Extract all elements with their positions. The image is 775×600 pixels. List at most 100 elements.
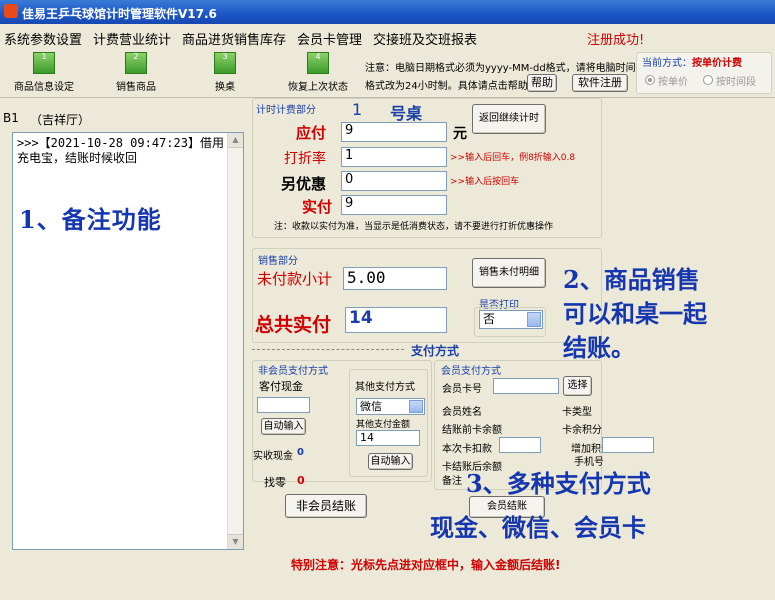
card-no-label: 会员卡号 xyxy=(442,384,482,395)
register-button[interactable]: 软件注册 xyxy=(572,74,628,92)
window-title: 佳易王乒乓球馆计时管理软件V17.6 xyxy=(22,7,217,21)
remark-scrollbar[interactable]: ▲ ▼ xyxy=(227,133,243,549)
timing-section-title: 计时计费部分 xyxy=(256,105,316,116)
sales-group: 销售部分 未付款小计 5.00 销售未付明细 总共实付 14 是否打印 否 xyxy=(252,248,602,343)
radio-unit-price-label: 按单价 xyxy=(658,77,688,88)
menu-inventory[interactable]: 商品进货销售库存 xyxy=(182,29,286,48)
member-title: 会员支付方式 xyxy=(441,366,501,377)
notice-line1: 注意：电脑日期格式必须为yyyy-MM-dd格式，请将电脑时间 xyxy=(365,63,636,74)
card-no-field[interactable] xyxy=(493,378,559,394)
sales-detail-button[interactable]: 销售未付明细 xyxy=(472,258,546,288)
actual-pay-label: 实付 xyxy=(302,198,333,216)
radio-time-period[interactable] xyxy=(703,75,713,85)
auto-input-button-2[interactable]: 自动输入 xyxy=(368,453,413,470)
toolbar-label: 商品信息设定 xyxy=(14,82,74,93)
balance-before-label: 结账前卡余额 xyxy=(442,425,502,436)
table-name: （吉祥厅） xyxy=(30,113,91,127)
total-pay-field[interactable]: 14 xyxy=(345,307,447,333)
annotation-sales-2: 可以和桌一起 xyxy=(563,299,707,328)
extra-discount-field[interactable]: 0 xyxy=(341,171,447,191)
notice-line2: 格式改为24小时制。具体请点击帮助 xyxy=(365,81,528,92)
discount-field[interactable]: 1 xyxy=(341,147,447,167)
menu-system-settings[interactable]: 系统参数设置 xyxy=(4,29,82,48)
toolbar-restore-state[interactable]: 恢复上次状态 xyxy=(283,52,353,93)
annotation-remark: 1、备注功能 xyxy=(19,205,162,234)
yuan-label: 元 xyxy=(453,126,467,142)
print-select[interactable]: 否 xyxy=(479,310,543,329)
billing-mode-value: 按单价计费 xyxy=(692,58,742,69)
remark-textarea[interactable]: >>>【2021-10-28 09:47:23】借用充电宝，结账时候收回 ▲ ▼ xyxy=(12,132,244,550)
return-timing-button[interactable]: 返回继续计时 xyxy=(472,104,546,134)
toolbar-product-settings[interactable]: 商品信息设定 xyxy=(8,52,80,93)
table-number-suffix: 号桌 xyxy=(390,104,423,123)
payment-divider xyxy=(252,349,404,350)
other-amount-label: 其他支付金额 xyxy=(356,420,411,430)
toolbar-label: 销售商品 xyxy=(116,82,156,93)
deduct-field[interactable] xyxy=(499,437,541,453)
discount-hint: >>输入后回车，例8折输入0.8 xyxy=(450,153,576,163)
timing-group: 计时计费部分 1 号桌 应付 9 元 返回继续计时 打折率 1 >>输入后回车，… xyxy=(252,98,602,238)
card-type-label: 卡类型 xyxy=(562,407,592,418)
table-code: B1 xyxy=(3,111,19,125)
chevron-down-icon xyxy=(527,312,541,327)
add-points-field[interactable] xyxy=(602,437,654,453)
annotation-sales-1: 2、商品销售 xyxy=(563,265,700,294)
help-button[interactable]: 帮助 xyxy=(527,74,557,92)
other-payment-group: 其他支付方式 微信 其他支付金额 14 自动输入 xyxy=(349,369,428,477)
non-member-group: 非会员支付方式 客付现金 自动输入 实收现金 0 其他支付方式 微信 其他支付金… xyxy=(252,360,432,482)
table-number: 1 xyxy=(352,100,363,119)
radio-unit-price[interactable] xyxy=(645,75,655,85)
menu-revenue-stats[interactable]: 计费营业统计 xyxy=(93,29,171,48)
non-member-checkout-button[interactable]: 非会员结账 xyxy=(285,494,367,518)
print-select-value: 否 xyxy=(483,312,496,326)
toolbar-label: 换桌 xyxy=(215,82,235,93)
extra-discount-label: 另优惠 xyxy=(281,175,327,193)
title-bar: 佳易王乒乓球馆计时管理软件V17.6 xyxy=(0,0,775,24)
payable-field[interactable]: 9 xyxy=(341,122,447,142)
annotation-payment-1: 3、多种支付方式 xyxy=(466,469,651,498)
received-cash-label: 实收现金 xyxy=(253,451,293,462)
change-table-icon xyxy=(214,52,236,74)
card-points-label: 卡余积分 xyxy=(562,425,602,436)
total-pay-label: 总共实付 xyxy=(255,314,332,336)
other-payment-label: 其他支付方式 xyxy=(355,382,415,393)
unpaid-subtotal-label: 未付款小计 xyxy=(257,270,333,288)
received-cash-value: 0 xyxy=(297,447,304,458)
menu-bar: 系统参数设置 计费营业统计 商品进货销售库存 会员卡管理 交接班及交班报表 注册… xyxy=(0,24,775,50)
status-message: 注册成功! xyxy=(587,33,645,48)
payable-label: 应付 xyxy=(296,124,327,142)
other-payment-select[interactable]: 微信 xyxy=(356,398,425,415)
member-name-label: 会员姓名 xyxy=(442,407,482,418)
billing-mode-group: 当前方式： 按单价计费 按单价 按时间段 xyxy=(636,52,772,94)
menu-member-card[interactable]: 会员卡管理 xyxy=(297,29,362,48)
toolbar-change-table[interactable]: 换桌 xyxy=(203,52,247,93)
extra-discount-hint: >>输入后按回车 xyxy=(450,177,520,187)
billing-mode-title: 当前方式： xyxy=(642,58,692,69)
remark-text: >>>【2021-10-28 09:47:23】借用充电宝，结账时候收回 xyxy=(17,136,224,165)
unpaid-subtotal-field[interactable]: 5.00 xyxy=(343,267,447,290)
discount-label: 打折率 xyxy=(284,151,326,167)
actual-pay-field[interactable]: 9 xyxy=(341,195,447,215)
restore-state-icon xyxy=(307,52,329,74)
change-value: 0 xyxy=(297,474,305,487)
radio-time-period-label: 按时间段 xyxy=(716,77,756,88)
auto-input-button[interactable]: 自动输入 xyxy=(261,418,306,435)
menu-shift-report[interactable]: 交接班及交班报表 xyxy=(373,29,477,48)
toolbar-sell-goods[interactable]: 销售商品 xyxy=(108,52,164,93)
change-label: 找零 xyxy=(264,476,286,489)
cash-label: 客付现金 xyxy=(259,380,303,393)
footer-notice: 特别注意：光标先点进对应框中，输入金额后结账! xyxy=(291,558,561,572)
annotation-payment-2: 现金、微信、会员卡 xyxy=(430,513,646,542)
other-payment-value: 微信 xyxy=(360,400,382,413)
chevron-down-icon xyxy=(409,400,423,413)
payment-title: 支付方式 xyxy=(411,344,460,358)
app-icon xyxy=(4,4,18,18)
deduct-label: 本次卡扣款 xyxy=(442,444,492,455)
cash-field[interactable] xyxy=(257,397,310,413)
select-card-button[interactable]: 选择 xyxy=(563,376,592,396)
other-amount-field[interactable]: 14 xyxy=(356,430,420,446)
left-panel: B1 （吉祥厅） >>>【2021-10-28 09:47:23】借用充电宝，结… xyxy=(0,98,252,550)
annotation-sales-3: 结账。 xyxy=(563,333,635,362)
toolbar-label: 恢复上次状态 xyxy=(288,82,348,93)
non-member-title: 非会员支付方式 xyxy=(258,366,328,377)
